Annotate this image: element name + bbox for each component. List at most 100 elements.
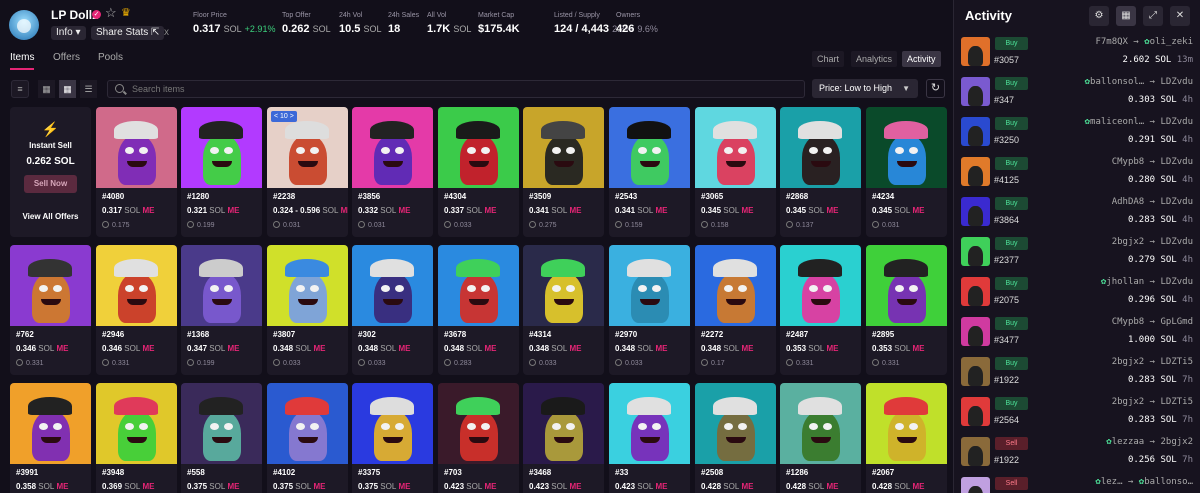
- nft-image[interactable]: [695, 245, 776, 326]
- activity-item-id[interactable]: #2075: [994, 295, 1019, 305]
- nft-image[interactable]: [96, 107, 177, 188]
- collection-avatar[interactable]: [9, 10, 39, 40]
- activity-to[interactable]: LDZvdu: [1160, 237, 1193, 247]
- nft-card[interactable]: #2508 0.428 SOL ME: [695, 383, 776, 493]
- nft-card[interactable]: #2272 0.348 SOL ME 0.17: [695, 245, 776, 375]
- nft-card[interactable]: #1368 0.347 SOL ME 0.199: [181, 245, 262, 375]
- activity-from[interactable]: maliceonl…: [1090, 117, 1144, 127]
- activity-from[interactable]: lez…: [1101, 477, 1123, 487]
- nft-card[interactable]: #2543 0.341 SOL ME 0.159: [609, 107, 690, 237]
- nft-image[interactable]: [10, 245, 91, 326]
- nft-card[interactable]: #3678 0.348 SOL ME 0.283: [438, 245, 519, 375]
- nft-image[interactable]: [438, 383, 519, 464]
- nft-card[interactable]: #4314 0.348 SOL ME 0.033: [523, 245, 604, 375]
- nft-card[interactable]: #1286 0.428 SOL ME: [780, 383, 861, 493]
- nft-image[interactable]: [523, 107, 604, 188]
- activity-to[interactable]: LDZvdu: [1160, 77, 1193, 87]
- nft-card[interactable]: #558 0.375 SOL ME: [181, 383, 262, 493]
- activity-from[interactable]: 2bgjx2: [1112, 397, 1145, 407]
- activity-thumbnail[interactable]: [961, 77, 990, 106]
- grid-icon[interactable]: ▦: [1116, 6, 1136, 26]
- activity-row[interactable]: Buy #3864 AdhDA8 → LDZvdu 0.283 SOL 4h: [954, 197, 1200, 237]
- nft-card[interactable]: #3468 0.423 SOL ME: [523, 383, 604, 493]
- activity-thumbnail[interactable]: [961, 117, 990, 146]
- activity-item-id[interactable]: #347: [994, 95, 1014, 105]
- activity-thumbnail[interactable]: [961, 197, 990, 226]
- nft-card[interactable]: #4080 0.317 SOL ME 0.175: [96, 107, 177, 237]
- activity-from[interactable]: AdhDA8: [1112, 197, 1145, 207]
- star-icon[interactable]: ☆: [105, 5, 117, 21]
- expand-icon[interactable]: ⤢: [1143, 6, 1163, 26]
- activity-from[interactable]: ballonsol…: [1090, 77, 1144, 87]
- activity-row[interactable]: Buy #2075 ✿jhollan → LDZvdu 0.296 SOL 4h: [954, 277, 1200, 317]
- nft-card[interactable]: #3065 0.345 SOL ME 0.158: [695, 107, 776, 237]
- nft-image[interactable]: < 10 >: [267, 107, 348, 188]
- nft-card[interactable]: #3948 0.369 SOL ME: [96, 383, 177, 493]
- tab-activity[interactable]: Activity: [902, 51, 941, 67]
- tab-items[interactable]: Items: [10, 52, 34, 63]
- tab-analytics[interactable]: Analytics: [851, 51, 898, 67]
- nft-card[interactable]: #4234 0.345 SOL ME 0.031: [866, 107, 947, 237]
- activity-thumbnail[interactable]: [961, 477, 990, 493]
- nft-image[interactable]: [866, 107, 947, 188]
- nft-card[interactable]: #2895 0.353 SOL ME 0.331: [866, 245, 947, 375]
- nft-image[interactable]: [609, 383, 690, 464]
- nft-image[interactable]: [267, 245, 348, 326]
- activity-from[interactable]: jhollan: [1106, 277, 1144, 287]
- nft-image[interactable]: [438, 107, 519, 188]
- nft-card[interactable]: < 10 > #2238 0.324 - 0.596 SOL ME 0.031: [267, 107, 348, 237]
- view-all-offers-link[interactable]: View All Offers: [10, 212, 91, 221]
- activity-from[interactable]: F7m8QX: [1095, 37, 1128, 47]
- tab-offers[interactable]: Offers: [53, 52, 80, 63]
- close-icon[interactable]: ✕: [1170, 6, 1190, 26]
- bundle-badge[interactable]: < 10 >: [271, 111, 297, 122]
- activity-row[interactable]: Buy #3250 ✿maliceonl… → LDZvdu 0.291 SOL 4h: [954, 117, 1200, 157]
- settings-toggle-icon[interactable]: ⚙: [1089, 6, 1109, 26]
- activity-row[interactable]: Buy #347 ✿ballonsol… → LDZvdu 0.303 SOL 4h: [954, 77, 1200, 117]
- nft-image[interactable]: [780, 383, 861, 464]
- activity-item-id[interactable]: #3250: [994, 135, 1019, 145]
- nft-image[interactable]: [352, 383, 433, 464]
- activity-item-id[interactable]: #3057: [994, 55, 1019, 65]
- activity-item-id[interactable]: #4125: [994, 175, 1019, 185]
- nft-card[interactable]: #3509 0.341 SOL ME 0.275: [523, 107, 604, 237]
- nft-image[interactable]: [10, 383, 91, 464]
- nft-image[interactable]: [96, 245, 177, 326]
- nft-card[interactable]: #33 0.423 SOL ME: [609, 383, 690, 493]
- nft-card[interactable]: #2487 0.353 SOL ME 0.331: [780, 245, 861, 375]
- activity-item-id[interactable]: #3864: [994, 215, 1019, 225]
- nft-image[interactable]: [523, 383, 604, 464]
- activity-thumbnail[interactable]: [961, 37, 990, 66]
- activity-to[interactable]: LDZvdu: [1160, 157, 1193, 167]
- activity-row[interactable]: Buy #3477 CMypb8 → GpLGmd 1.000 SOL 4h: [954, 317, 1200, 357]
- activity-to[interactable]: LDZvdu: [1160, 277, 1193, 287]
- activity-from[interactable]: CMypb8: [1112, 157, 1145, 167]
- nft-card[interactable]: #3375 0.375 SOL ME: [352, 383, 433, 493]
- nft-image[interactable]: [695, 383, 776, 464]
- activity-row[interactable]: Sell #1922 ✿lezzaa → 2bgjx2 0.256 SOL 7h: [954, 437, 1200, 477]
- nft-image[interactable]: [96, 383, 177, 464]
- activity-row[interactable]: Buy #1922 2bgjx2 → LDZTi5 0.283 SOL 7h: [954, 357, 1200, 397]
- activity-to[interactable]: 2bgjx2: [1160, 437, 1193, 447]
- nft-image[interactable]: [352, 245, 433, 326]
- info-dropdown[interactable]: Info ▾: [51, 26, 86, 40]
- activity-from[interactable]: CMypb8: [1112, 317, 1145, 327]
- x-social-icon[interactable]: x: [164, 27, 169, 38]
- activity-to[interactable]: LDZvdu: [1160, 197, 1193, 207]
- nft-card[interactable]: #2868 0.345 SOL ME 0.137: [780, 107, 861, 237]
- activity-from[interactable]: 2bgjx2: [1112, 237, 1145, 247]
- activity-from[interactable]: 2bgjx2: [1112, 357, 1145, 367]
- activity-to[interactable]: ballonso…: [1144, 477, 1193, 487]
- activity-item-id[interactable]: #2564: [994, 415, 1019, 425]
- activity-item-id[interactable]: #1922: [994, 375, 1019, 385]
- nft-card[interactable]: #1280 0.321 SOL ME 0.199: [181, 107, 262, 237]
- grid-large-icon[interactable]: ▦: [38, 80, 55, 98]
- nft-image[interactable]: [352, 107, 433, 188]
- activity-thumbnail[interactable]: [961, 437, 990, 466]
- nft-card[interactable]: #2970 0.348 SOL ME 0.033: [609, 245, 690, 375]
- activity-thumbnail[interactable]: [961, 397, 990, 426]
- activity-row[interactable]: Sell ✿lez… → ✿ballonso…: [954, 477, 1200, 493]
- nft-image[interactable]: [181, 383, 262, 464]
- tab-chart[interactable]: Chart: [812, 51, 845, 67]
- nft-card[interactable]: #3991 0.358 SOL ME: [10, 383, 91, 493]
